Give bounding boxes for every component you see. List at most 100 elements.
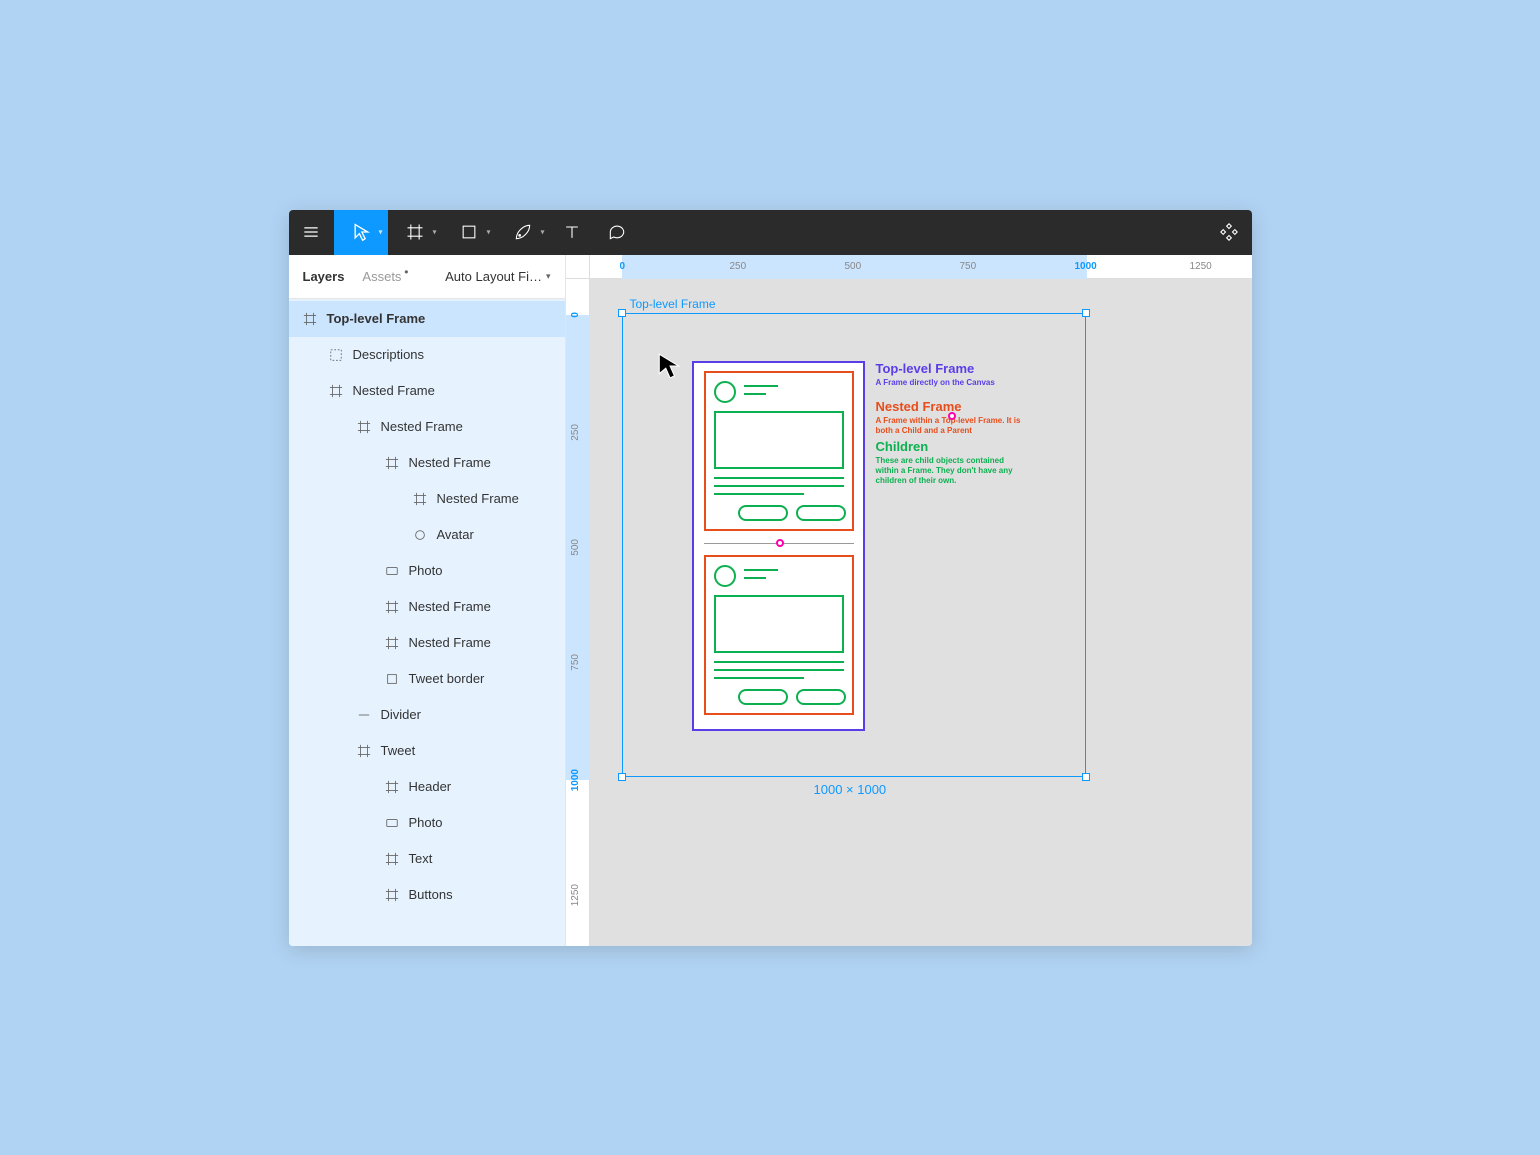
layer-row[interactable]: Nested Frame bbox=[289, 481, 565, 517]
ruler-tick: 1250 bbox=[570, 884, 581, 906]
page-selector[interactable]: Auto Layout Fi… ▾ bbox=[445, 269, 550, 284]
layer-list[interactable]: Top-level FrameDescriptionsNested FrameN… bbox=[289, 299, 565, 946]
card-frame[interactable] bbox=[704, 555, 854, 715]
menu-button[interactable] bbox=[289, 210, 334, 255]
ruler-tick: 500 bbox=[570, 539, 581, 556]
layer-label: Text bbox=[409, 851, 433, 866]
ruler-tick: 750 bbox=[570, 654, 581, 671]
button-pill[interactable] bbox=[796, 689, 846, 705]
layer-row[interactable]: Nested Frame bbox=[289, 373, 565, 409]
card-frame[interactable] bbox=[704, 371, 854, 531]
layer-row[interactable]: Nested Frame bbox=[289, 589, 565, 625]
frame-icon bbox=[405, 222, 425, 242]
layer-label: Nested Frame bbox=[437, 491, 519, 506]
button-pill[interactable] bbox=[796, 505, 846, 521]
layer-label: Nested Frame bbox=[409, 635, 491, 650]
frame-icon bbox=[357, 744, 371, 758]
frame-icon bbox=[413, 492, 427, 506]
layer-label: Photo bbox=[409, 563, 443, 578]
hamburger-icon bbox=[301, 222, 321, 242]
canvas-area: 0 250 500 750 1000 1250 0 250 500 750 10… bbox=[566, 255, 1252, 946]
button-pill[interactable] bbox=[738, 505, 788, 521]
pen-icon bbox=[513, 222, 533, 242]
chevron-down-icon: ▾ bbox=[540, 228, 544, 237]
frame-label[interactable]: Top-level Frame bbox=[630, 297, 716, 311]
layer-row[interactable]: Header bbox=[289, 769, 565, 805]
group-icon bbox=[329, 348, 343, 362]
ruler-tick: 1000 bbox=[570, 769, 581, 791]
nested-frame[interactable] bbox=[692, 361, 865, 731]
pen-tool[interactable]: ▾ bbox=[496, 210, 550, 255]
move-tool[interactable]: ▾ bbox=[334, 210, 388, 255]
layer-row[interactable]: Photo bbox=[289, 805, 565, 841]
button-pill[interactable] bbox=[738, 689, 788, 705]
frame-icon bbox=[385, 888, 399, 902]
legend-children: Children These are child objects contain… bbox=[876, 439, 1026, 487]
layers-panel: Layers Assets Auto Layout Fi… ▾ Top-leve… bbox=[289, 255, 566, 946]
frame-icon bbox=[303, 312, 317, 326]
midpoint-dot[interactable] bbox=[776, 539, 784, 547]
layer-label: Avatar bbox=[437, 527, 474, 542]
layer-row[interactable]: Nested Frame bbox=[289, 445, 565, 481]
layer-label: Photo bbox=[409, 815, 443, 830]
selection-handle[interactable] bbox=[1082, 773, 1090, 781]
line-icon bbox=[357, 708, 371, 722]
layer-row[interactable]: Nested Frame bbox=[289, 409, 565, 445]
line bbox=[714, 677, 804, 679]
text-tool[interactable] bbox=[550, 210, 595, 255]
shape-tool[interactable]: ▾ bbox=[442, 210, 496, 255]
layer-row[interactable]: Buttons bbox=[289, 877, 565, 913]
layer-row[interactable]: Tweet border bbox=[289, 661, 565, 697]
cursor-icon bbox=[656, 352, 682, 378]
ruler-tick: 500 bbox=[845, 261, 862, 272]
rect-icon bbox=[385, 672, 399, 686]
ruler-tick: 1250 bbox=[1190, 261, 1212, 272]
photo-rect[interactable] bbox=[714, 595, 844, 653]
line bbox=[744, 385, 778, 387]
legend-title: Children bbox=[876, 439, 1026, 454]
tab-assets[interactable]: Assets bbox=[362, 269, 401, 284]
line bbox=[744, 569, 778, 571]
chevron-down-icon: ▾ bbox=[432, 228, 436, 237]
layer-row[interactable]: Nested Frame bbox=[289, 625, 565, 661]
chevron-down-icon: ▾ bbox=[546, 271, 551, 282]
layer-row[interactable]: Photo bbox=[289, 553, 565, 589]
avatar-circle[interactable] bbox=[714, 381, 736, 403]
layer-row[interactable]: Avatar bbox=[289, 517, 565, 553]
chevron-down-icon: ▾ bbox=[378, 228, 382, 237]
layer-label: Buttons bbox=[409, 887, 453, 902]
frame-tool[interactable]: ▾ bbox=[388, 210, 442, 255]
line bbox=[744, 577, 766, 579]
layer-row[interactable]: Top-level Frame bbox=[289, 301, 565, 337]
legend-desc: These are child objects contained within… bbox=[876, 456, 1026, 487]
ruler-tick: 250 bbox=[730, 261, 747, 272]
layer-row[interactable]: Descriptions bbox=[289, 337, 565, 373]
canvas[interactable]: Top-level Frame bbox=[590, 279, 1252, 946]
selection-handle[interactable] bbox=[618, 309, 626, 317]
ruler-tick: 1000 bbox=[1075, 261, 1097, 272]
comment-tool[interactable] bbox=[595, 210, 640, 255]
figma-app: ▾ ▾ ▾ ▾ Layers Assets bbox=[289, 210, 1252, 946]
legend-desc: A Frame directly on the Canvas bbox=[876, 378, 1026, 388]
ruler-vertical: 0 250 500 750 1000 1250 bbox=[566, 279, 590, 946]
tab-layers[interactable]: Layers bbox=[303, 269, 345, 284]
layer-label: Nested Frame bbox=[409, 599, 491, 614]
image-icon bbox=[385, 816, 399, 830]
selection-handle[interactable] bbox=[1082, 309, 1090, 317]
ruler-tick: 0 bbox=[570, 312, 581, 318]
comment-icon bbox=[607, 222, 627, 242]
frame-icon bbox=[329, 384, 343, 398]
selection-handle[interactable] bbox=[618, 773, 626, 781]
layer-label: Nested Frame bbox=[353, 383, 435, 398]
line bbox=[714, 661, 844, 663]
avatar-circle[interactable] bbox=[714, 565, 736, 587]
line bbox=[714, 669, 844, 671]
components-button[interactable] bbox=[1207, 210, 1252, 255]
layer-row[interactable]: Text bbox=[289, 841, 565, 877]
frame-icon bbox=[357, 420, 371, 434]
photo-rect[interactable] bbox=[714, 411, 844, 469]
layer-row[interactable]: Tweet bbox=[289, 733, 565, 769]
ruler-tick: 0 bbox=[620, 261, 626, 272]
frame-icon bbox=[385, 852, 399, 866]
layer-row[interactable]: Divider bbox=[289, 697, 565, 733]
